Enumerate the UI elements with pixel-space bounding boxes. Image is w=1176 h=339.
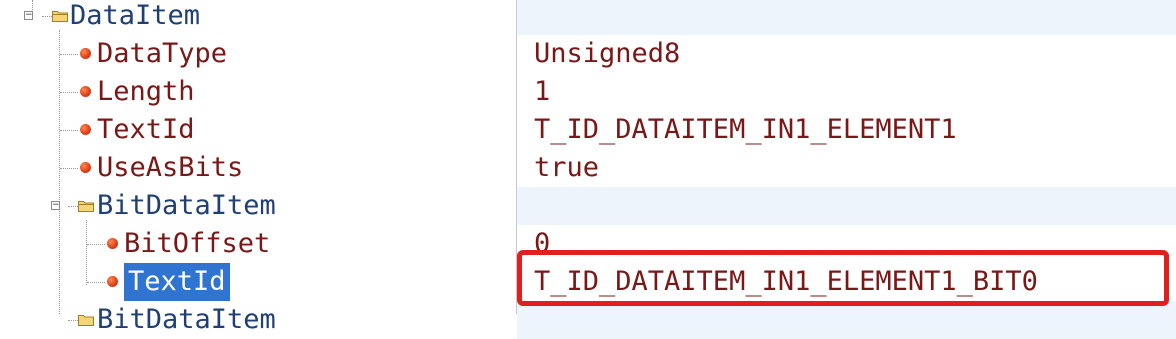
value-text: 1 bbox=[534, 76, 551, 107]
tree-connector bbox=[87, 244, 105, 245]
tree-node-dataitem[interactable]: − DataItem bbox=[0, 0, 516, 35]
tree-node-label: DataType bbox=[97, 38, 228, 69]
property-bullet-icon bbox=[80, 48, 91, 59]
tree-connector bbox=[68, 206, 78, 207]
folder-icon bbox=[52, 11, 68, 22]
value-row[interactable]: true bbox=[517, 149, 1176, 187]
tree-connector bbox=[60, 168, 78, 169]
tree-node-label: UseAsBits bbox=[97, 152, 244, 183]
value-row[interactable]: T_ID_DATAITEM_IN1_ELEMENT1 bbox=[517, 111, 1176, 149]
property-bullet-icon bbox=[107, 276, 118, 287]
tree-node-label: DataItem bbox=[70, 0, 201, 31]
tree-connector bbox=[60, 54, 78, 55]
tree-connector bbox=[42, 16, 52, 17]
tree-node-useasbits[interactable]: UseAsBits bbox=[0, 149, 516, 187]
collapse-icon[interactable]: − bbox=[24, 11, 33, 20]
value-text: Unsigned8 bbox=[534, 38, 681, 69]
property-bullet-icon bbox=[107, 238, 118, 249]
tree-node-bitdataitem[interactable]: − BitDataItem bbox=[0, 187, 516, 225]
property-bullet-icon bbox=[80, 162, 91, 173]
value-row[interactable] bbox=[517, 187, 1176, 225]
collapse-icon[interactable]: − bbox=[51, 201, 60, 210]
tree-node-label: BitDataItem bbox=[97, 190, 276, 221]
tree-connector bbox=[60, 92, 78, 93]
property-bullet-icon bbox=[80, 124, 91, 135]
tree-connector bbox=[87, 282, 105, 283]
value-row[interactable]: 1 bbox=[517, 73, 1176, 111]
tree-node-label: Length bbox=[97, 76, 195, 107]
property-bullet-icon bbox=[80, 86, 91, 97]
highlight-annotation bbox=[517, 250, 1169, 306]
value-row[interactable]: Unsigned8 bbox=[517, 35, 1176, 73]
tree-node-textid[interactable]: TextId bbox=[0, 111, 516, 149]
tree-node-bitoffset[interactable]: BitOffset bbox=[0, 225, 516, 263]
tree-node-length[interactable]: Length bbox=[0, 73, 516, 111]
tree-node-bitdataitem-2[interactable]: BitDataItem bbox=[0, 301, 516, 339]
tree-node-label: TextId bbox=[124, 263, 230, 301]
value-row[interactable] bbox=[517, 301, 1176, 339]
value-text: T_ID_DATAITEM_IN1_ELEMENT1 bbox=[534, 114, 957, 145]
tree-node-label: TextId bbox=[97, 114, 195, 145]
value-text: true bbox=[534, 152, 600, 183]
folder-icon bbox=[78, 315, 94, 326]
tree-node-label: BitOffset bbox=[124, 228, 271, 259]
value-row[interactable] bbox=[517, 0, 1176, 35]
tree-node-datatype[interactable]: DataType bbox=[0, 35, 516, 73]
folder-icon bbox=[78, 201, 94, 212]
tree-connector bbox=[68, 320, 78, 321]
tree-node-textid-selected[interactable]: TextId bbox=[0, 263, 516, 301]
tree-connector bbox=[60, 130, 78, 131]
tree-pane: − DataItem DataType Length TextId UseAsB… bbox=[0, 0, 516, 335]
tree-node-label: BitDataItem bbox=[97, 304, 276, 335]
